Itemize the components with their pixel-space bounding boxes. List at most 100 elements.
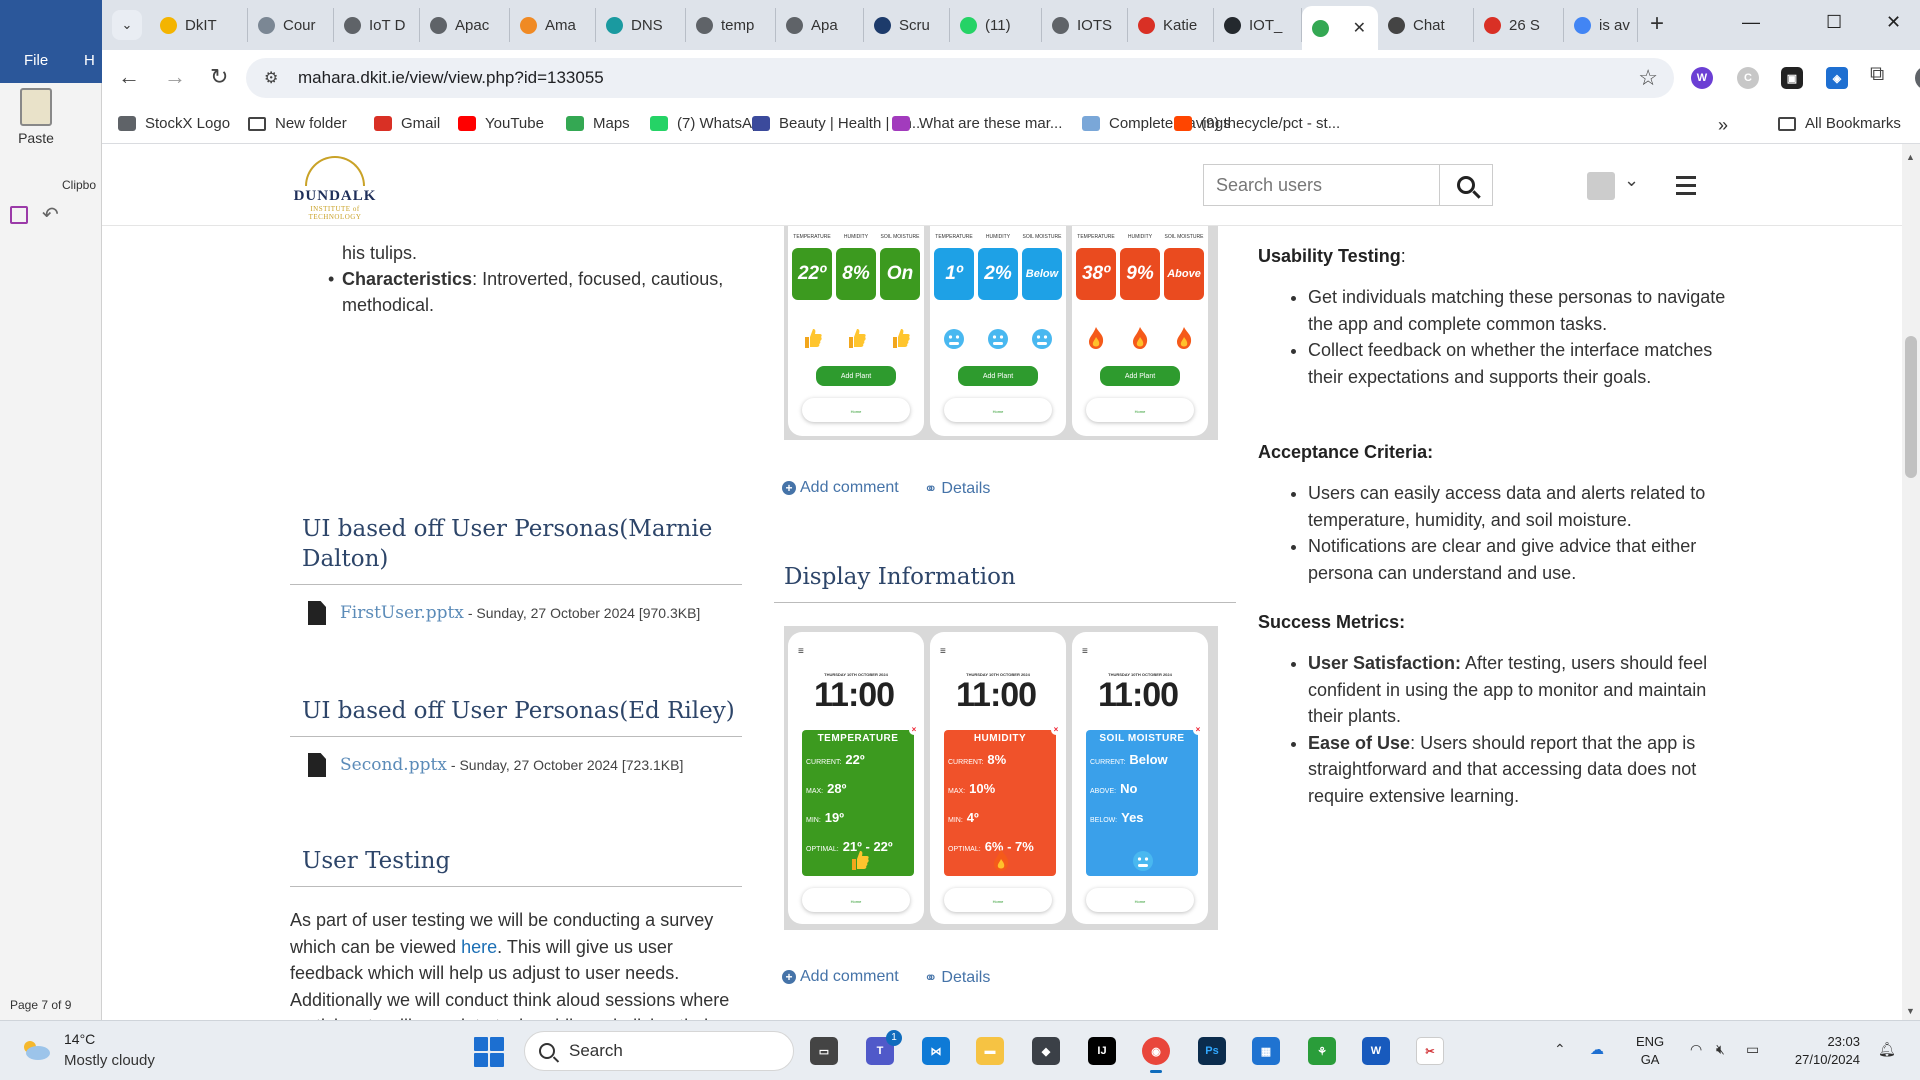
tab-12[interactable]: IOT_ [1214,8,1302,42]
scrum-icon [874,16,891,34]
back-button[interactable]: ← [118,64,140,90]
tab-6[interactable]: temp [686,8,776,42]
user-avatar-icon[interactable] [1587,172,1615,200]
maximize-button[interactable]: ☐ [1826,12,1842,33]
globe-icon [118,116,136,131]
tab-11[interactable]: Katie [1128,8,1214,42]
new-tab-button[interactable]: + [1650,12,1664,36]
acceptance-list: Users can easily access data and alerts … [1308,480,1728,586]
reload-button[interactable]: ↻ [210,64,228,90]
search-button[interactable] [1439,164,1493,206]
bookmark-item[interactable]: (9) thecycle/pct - st... [1174,115,1340,132]
bookmark-item[interactable]: (7) WhatsApp [650,115,769,132]
file-explorer-icon[interactable]: ▬ [976,1037,1004,1065]
ui-mockup-image[interactable]: TEMPERATURE HUMIDITY SOIL MOISTURE 22º 8% On A… [784,226,1218,440]
snipping-tool-icon[interactable]: ✂ [1416,1037,1444,1065]
tab-16[interactable]: is av [1564,8,1638,42]
word-paste-button[interactable]: Paste [14,88,58,146]
vscode-icon[interactable]: ⋈ [922,1037,950,1065]
shield-icon[interactable]: ◈ [1826,67,1848,89]
bookmark-item[interactable]: Gmail [374,115,440,132]
cloudy-weather-icon[interactable] [20,1037,52,1061]
site-info-icon[interactable]: ⚙ [264,68,278,88]
battery-icon[interactable]: ▭ [1746,1041,1759,1058]
intellij-icon[interactable]: IJ [1088,1037,1116,1065]
weather-desc[interactable]: Mostly cloudy [64,1052,155,1069]
volume-muted-icon[interactable]: 🔇︎ [1716,1041,1725,1058]
forward-button[interactable]: → [164,64,186,90]
minimize-button[interactable]: — [1742,12,1760,33]
chevron-down-icon[interactable]: ⌄ [1624,170,1639,191]
scroll-down-icon[interactable]: ▼ [1906,1006,1915,1016]
more-bookmarks-chevron-icon[interactable]: » [1718,115,1728,136]
dundalk-logo[interactable]: DUNDALK INSTITUTE of TECHNOLOGY [290,156,380,221]
url-text[interactable]: mahara.dkit.ie/view/view.php?id=133055 [298,68,604,88]
file-link[interactable]: FirstUser.pptx [340,603,464,623]
address-bar[interactable]: ⚙ mahara.dkit.ie/view/view.php?id=133055… [246,58,1674,98]
close-window-button[interactable]: ✕ [1886,12,1901,33]
word-file-tab[interactable]: File [24,52,48,69]
close-tab-icon[interactable]: ✕ [1353,18,1366,38]
profile-avatar[interactable]: M [1915,66,1920,90]
tab-2[interactable]: IoT D [334,8,420,42]
save-icon[interactable] [10,206,28,224]
doc-icon [1082,116,1100,131]
hamburger-menu-icon[interactable] [1676,176,1696,200]
tab-9[interactable]: (11) [950,8,1042,42]
chrome-icon[interactable]: ◉ [1142,1037,1170,1073]
chevron-up-icon[interactable]: ⌃ [1554,1041,1566,1058]
undo-icon[interactable]: ↶ [42,202,59,227]
unity-icon[interactable]: ◆ [1032,1037,1060,1065]
clock[interactable]: 23:03 27/10/2024 [1790,1033,1860,1069]
tab-3[interactable]: Apac [420,8,510,42]
tab-0[interactable]: DkIT [150,8,248,42]
plant-app-icon[interactable]: ⚘ [1308,1037,1336,1065]
onedrive-icon[interactable]: ☁ [1590,1041,1604,1058]
windows-start-icon[interactable] [474,1037,504,1067]
task-view-icon[interactable]: ▭ [810,1037,838,1065]
bookmark-item[interactable]: What are these mar... [892,115,1062,132]
all-bookmarks-button[interactable]: All Bookmarks [1778,115,1901,132]
weather-temp[interactable]: 14°C [64,1031,95,1047]
taskbar-search[interactable]: Search [524,1031,794,1071]
scroll-up-icon[interactable]: ▲ [1906,152,1915,162]
extensions-puzzle-icon[interactable]: ⧉ [1870,63,1884,86]
bookmark-item[interactable]: YouTube [458,115,544,132]
photoshop-icon[interactable]: Ps [1198,1037,1226,1065]
scrollbar-thumb[interactable] [1905,336,1917,478]
add-comment-button[interactable]: + Add comment [782,968,899,986]
word-icon[interactable]: W [1362,1037,1390,1065]
bell-icon[interactable]: 🔔︎ [1878,1041,1896,1058]
tab-13[interactable]: ✕ [1302,6,1378,50]
tab-4[interactable]: Ama [510,8,596,42]
file-link[interactable]: Second.pptx [340,755,447,775]
language-indicator[interactable]: ENG GA [1636,1033,1664,1069]
tab-1[interactable]: Cour [248,8,334,42]
word-home-tab[interactable]: H [84,52,95,69]
details-button[interactable]: ⚭ Details [924,968,990,988]
tab-14[interactable]: Chat [1378,8,1474,42]
tab-5[interactable]: DNS [596,8,686,42]
store-icon[interactable]: ▦ [1252,1037,1280,1065]
tab-15[interactable]: 26 S [1474,8,1564,42]
bookmark-star-icon[interactable]: ☆ [1638,65,1658,91]
tab-search-button[interactable]: ⌄ [112,10,142,40]
word-page-status: Page 7 of 9 [10,998,72,1012]
tab-8[interactable]: Scru [864,8,950,42]
bookmark-item[interactable]: Maps [566,115,630,132]
search-users-input[interactable]: Search users [1203,164,1439,206]
tab-7[interactable]: Apa [776,8,864,42]
survey-link[interactable]: here [461,937,497,957]
display-mockup-image[interactable]: ≡ THURSDAY 10TH OCTOBER 2024 11:00 TEMPERAT… [784,626,1218,930]
extension-icon[interactable]: W [1691,67,1713,89]
section-title: User Testing [302,848,451,874]
bookmark-item[interactable]: New folder [248,115,347,132]
details-button[interactable]: ⚭ Details [924,479,990,499]
wifi-icon[interactable]: ◠ [1690,1041,1702,1058]
tab-10[interactable]: IOTS [1042,8,1128,42]
page-scrollbar[interactable]: ▲ ▼ [1902,144,1920,1020]
extension-icon[interactable]: C [1737,67,1759,89]
bookmark-item[interactable]: StockX Logo [118,115,230,132]
extension-icon[interactable]: ▣ [1781,67,1803,89]
add-comment-button[interactable]: + Add comment [782,479,899,497]
